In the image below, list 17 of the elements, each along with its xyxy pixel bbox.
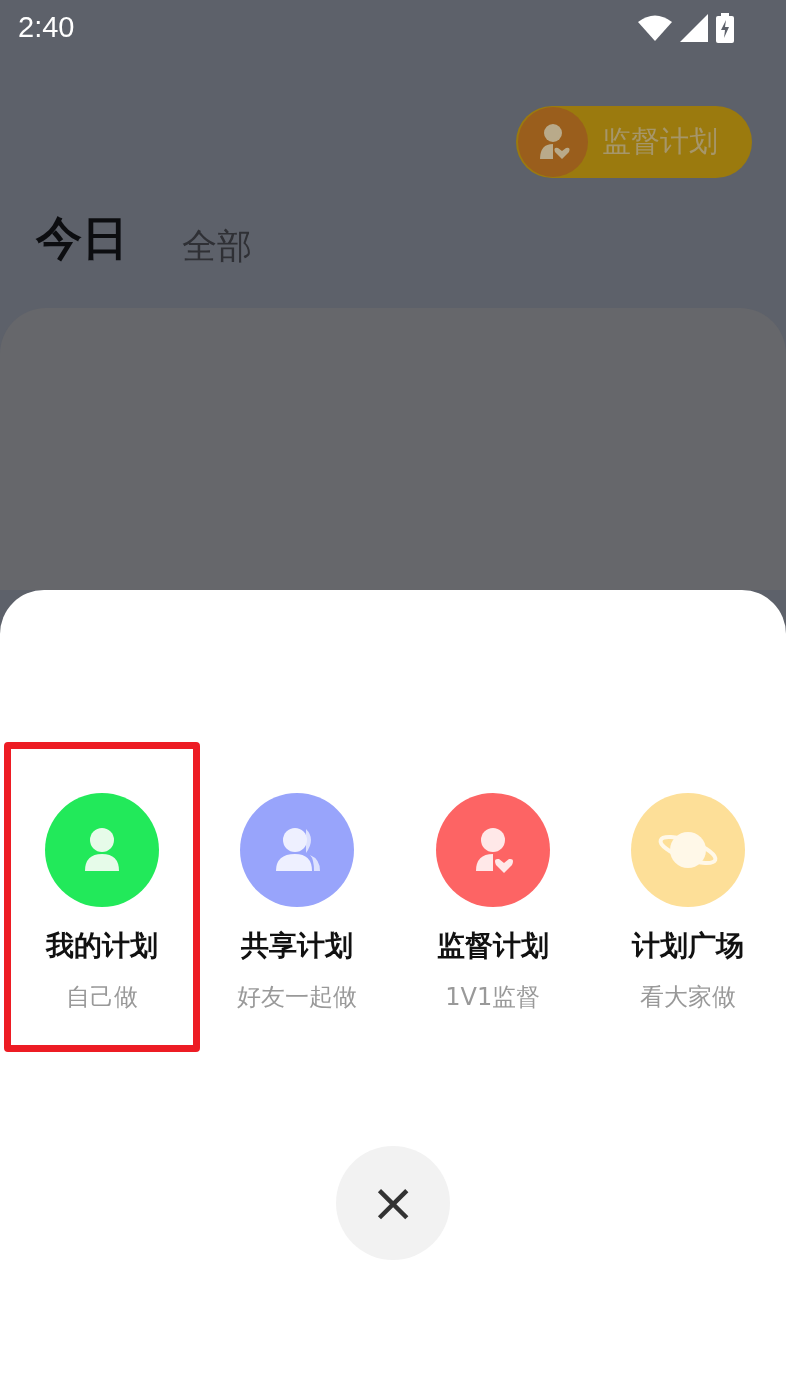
plan-option[interactable]: 我的计划 自己做	[4, 742, 200, 1052]
option-title: 共享计划	[241, 928, 354, 964]
signal-icon	[680, 13, 708, 42]
status-time: 2:40	[18, 11, 75, 44]
battery-icon	[716, 12, 734, 43]
plan-option[interactable]: 共享计划 好友一起做	[199, 742, 395, 1052]
plan-option[interactable]: 监督计划 1V1监督	[395, 742, 591, 1052]
option-subtitle: 看大家做	[640, 982, 737, 1013]
option-subtitle: 1V1监督	[445, 982, 541, 1013]
option-subtitle: 自己做	[65, 982, 138, 1013]
option-title: 计划广场	[632, 928, 745, 964]
option-title: 我的计划	[45, 928, 158, 964]
option-subtitle: 好友一起做	[237, 982, 358, 1013]
close-button[interactable]: ×	[336, 1146, 450, 1260]
plan-option[interactable]: 计划广场 看大家做	[590, 742, 786, 1052]
option-title: 监督计划	[436, 928, 549, 964]
wifi-icon	[638, 14, 672, 41]
